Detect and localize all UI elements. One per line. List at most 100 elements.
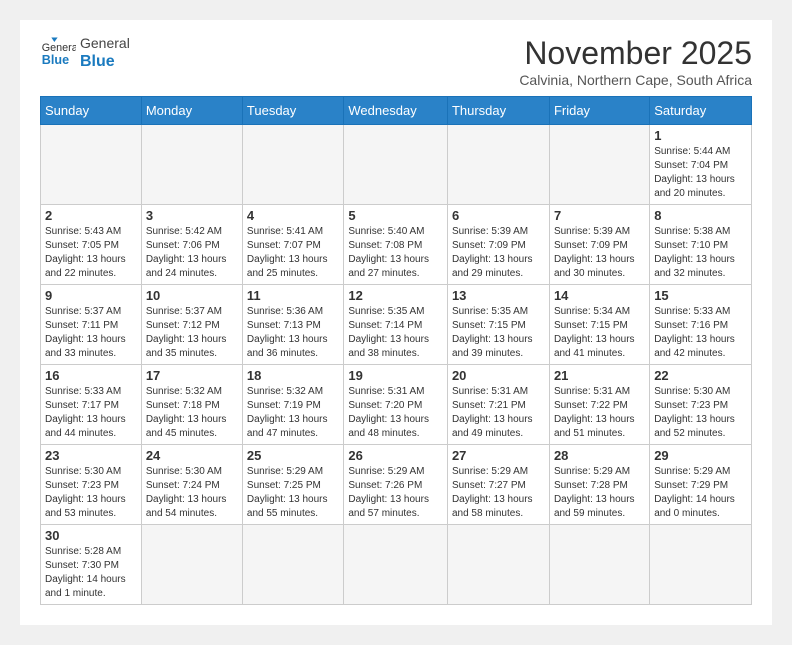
day-number: 26 [348, 448, 443, 463]
day-info: Sunrise: 5:33 AMSunset: 7:16 PMDaylight:… [654, 305, 747, 361]
calendar-cell [650, 525, 752, 605]
calendar-table: SundayMondayTuesdayWednesdayThursdayFrid… [40, 96, 752, 605]
calendar-cell [549, 125, 649, 205]
day-info: Sunrise: 5:37 AMSunset: 7:11 PMDaylight:… [45, 305, 137, 361]
calendar-header-row: SundayMondayTuesdayWednesdayThursdayFrid… [41, 97, 752, 125]
logo-blue: Blue [80, 52, 130, 71]
day-number: 29 [654, 448, 747, 463]
day-number: 22 [654, 368, 747, 383]
svg-text:Blue: Blue [42, 53, 69, 67]
calendar-cell [549, 525, 649, 605]
day-number: 17 [146, 368, 238, 383]
day-number: 4 [247, 208, 339, 223]
day-info: Sunrise: 5:34 AMSunset: 7:15 PMDaylight:… [554, 305, 645, 361]
calendar-cell: 21 Sunrise: 5:31 AMSunset: 7:22 PMDayligh… [549, 365, 649, 445]
day-info: Sunrise: 5:31 AMSunset: 7:22 PMDaylight:… [554, 385, 645, 441]
calendar-cell: 15 Sunrise: 5:33 AMSunset: 7:16 PMDayligh… [650, 285, 752, 365]
day-number: 18 [247, 368, 339, 383]
calendar-cell: 3 Sunrise: 5:42 AMSunset: 7:06 PMDaylight… [141, 205, 242, 285]
location-subtitle: Calvinia, Northern Cape, South Africa [519, 72, 752, 88]
logo-general: General [80, 35, 130, 52]
day-info: Sunrise: 5:35 AMSunset: 7:14 PMDaylight:… [348, 305, 443, 361]
calendar-cell: 17Sunrise: 5:32 AMSunset: 7:18 PMDayligh… [141, 365, 242, 445]
day-number: 3 [146, 208, 238, 223]
calendar-cell: 4 Sunrise: 5:41 AMSunset: 7:07 PMDaylight… [242, 205, 343, 285]
page: General Blue General Blue November 2025 … [20, 20, 772, 625]
calendar-cell: 1 Sunrise: 5:44 AMSunset: 7:04 PMDaylight… [650, 125, 752, 205]
col-header-friday: Friday [549, 97, 649, 125]
calendar-cell: 27 Sunrise: 5:29 AMSunset: 7:27 PMDayligh… [447, 445, 549, 525]
col-header-sunday: Sunday [41, 97, 142, 125]
month-year-title: November 2025 [519, 35, 752, 72]
day-info: Sunrise: 5:29 AMSunset: 7:26 PMDaylight:… [348, 465, 443, 521]
calendar-cell: 19Sunrise: 5:31 AMSunset: 7:20 PMDayligh… [344, 365, 448, 445]
day-number: 15 [654, 288, 747, 303]
day-info: Sunrise: 5:30 AMSunset: 7:23 PMDaylight:… [654, 385, 747, 441]
calendar-week-row: 16 Sunrise: 5:33 AMSunset: 7:17 PMDayligh… [41, 365, 752, 445]
day-number: 5 [348, 208, 443, 223]
calendar-cell: 14 Sunrise: 5:34 AMSunset: 7:15 PMDayligh… [549, 285, 649, 365]
day-info: Sunrise: 5:38 AMSunset: 7:10 PMDaylight:… [654, 225, 747, 281]
day-info: Sunrise: 5:39 AMSunset: 7:09 PMDaylight:… [452, 225, 545, 281]
calendar-cell: 18Sunrise: 5:32 AMSunset: 7:19 PMDayligh… [242, 365, 343, 445]
calendar-cell: 30Sunrise: 5:28 AMSunset: 7:30 PMDayligh… [41, 525, 142, 605]
day-info: Sunrise: 5:28 AMSunset: 7:30 PMDaylight:… [45, 545, 137, 601]
day-number: 27 [452, 448, 545, 463]
day-info: Sunrise: 5:37 AMSunset: 7:12 PMDaylight:… [146, 305, 238, 361]
calendar-cell: 20Sunrise: 5:31 AMSunset: 7:21 PMDayligh… [447, 365, 549, 445]
calendar-cell: 16 Sunrise: 5:33 AMSunset: 7:17 PMDayligh… [41, 365, 142, 445]
calendar-cell [242, 125, 343, 205]
calendar-cell: 6Sunrise: 5:39 AMSunset: 7:09 PMDaylight… [447, 205, 549, 285]
calendar-cell: 9Sunrise: 5:37 AMSunset: 7:11 PMDaylight… [41, 285, 142, 365]
day-info: Sunrise: 5:30 AMSunset: 7:23 PMDaylight:… [45, 465, 137, 521]
day-info: Sunrise: 5:35 AMSunset: 7:15 PMDaylight:… [452, 305, 545, 361]
day-number: 1 [654, 128, 747, 143]
day-info: Sunrise: 5:29 AMSunset: 7:25 PMDaylight:… [247, 465, 339, 521]
calendar-cell [344, 525, 448, 605]
day-info: Sunrise: 5:31 AMSunset: 7:21 PMDaylight:… [452, 385, 545, 441]
day-number: 13 [452, 288, 545, 303]
day-info: Sunrise: 5:39 AMSunset: 7:09 PMDaylight:… [554, 225, 645, 281]
day-info: Sunrise: 5:44 AMSunset: 7:04 PMDaylight:… [654, 145, 747, 201]
day-info: Sunrise: 5:41 AMSunset: 7:07 PMDaylight:… [247, 225, 339, 281]
calendar-cell: 23 Sunrise: 5:30 AMSunset: 7:23 PMDayligh… [41, 445, 142, 525]
calendar-cell: 22 Sunrise: 5:30 AMSunset: 7:23 PMDayligh… [650, 365, 752, 445]
col-header-monday: Monday [141, 97, 242, 125]
day-info: Sunrise: 5:40 AMSunset: 7:08 PMDaylight:… [348, 225, 443, 281]
calendar-cell [344, 125, 448, 205]
calendar-cell: 29Sunrise: 5:29 AMSunset: 7:29 PMDayligh… [650, 445, 752, 525]
calendar-cell: 28Sunrise: 5:29 AMSunset: 7:28 PMDayligh… [549, 445, 649, 525]
day-number: 14 [554, 288, 645, 303]
day-info: Sunrise: 5:29 AMSunset: 7:27 PMDaylight:… [452, 465, 545, 521]
calendar-cell [141, 125, 242, 205]
calendar-cell [242, 525, 343, 605]
day-info: Sunrise: 5:30 AMSunset: 7:24 PMDaylight:… [146, 465, 238, 521]
calendar-week-row: 9Sunrise: 5:37 AMSunset: 7:11 PMDaylight… [41, 285, 752, 365]
col-header-saturday: Saturday [650, 97, 752, 125]
day-info: Sunrise: 5:31 AMSunset: 7:20 PMDaylight:… [348, 385, 443, 441]
calendar-cell: 25Sunrise: 5:29 AMSunset: 7:25 PMDayligh… [242, 445, 343, 525]
calendar-week-row: 2Sunrise: 5:43 AMSunset: 7:05 PMDaylight… [41, 205, 752, 285]
day-number: 21 [554, 368, 645, 383]
calendar-week-row: 23 Sunrise: 5:30 AMSunset: 7:23 PMDayligh… [41, 445, 752, 525]
calendar-cell: 26 Sunrise: 5:29 AMSunset: 7:26 PMDayligh… [344, 445, 448, 525]
day-info: Sunrise: 5:42 AMSunset: 7:06 PMDaylight:… [146, 225, 238, 281]
day-info: Sunrise: 5:33 AMSunset: 7:17 PMDaylight:… [45, 385, 137, 441]
calendar-cell: 12 Sunrise: 5:35 AMSunset: 7:14 PMDayligh… [344, 285, 448, 365]
header: General Blue General Blue November 2025 … [40, 35, 752, 88]
calendar-cell: 8 Sunrise: 5:38 AMSunset: 7:10 PMDaylight… [650, 205, 752, 285]
calendar-week-row: 30Sunrise: 5:28 AMSunset: 7:30 PMDayligh… [41, 525, 752, 605]
calendar-cell: 2Sunrise: 5:43 AMSunset: 7:05 PMDaylight… [41, 205, 142, 285]
title-area: November 2025 Calvinia, Northern Cape, S… [519, 35, 752, 88]
calendar-cell: 24Sunrise: 5:30 AMSunset: 7:24 PMDayligh… [141, 445, 242, 525]
calendar-cell: 11Sunrise: 5:36 AMSunset: 7:13 PMDayligh… [242, 285, 343, 365]
day-number: 12 [348, 288, 443, 303]
calendar-cell: 7Sunrise: 5:39 AMSunset: 7:09 PMDaylight… [549, 205, 649, 285]
day-number: 23 [45, 448, 137, 463]
calendar-week-row: 1 Sunrise: 5:44 AMSunset: 7:04 PMDaylight… [41, 125, 752, 205]
col-header-thursday: Thursday [447, 97, 549, 125]
day-number: 8 [654, 208, 747, 223]
calendar-cell [141, 525, 242, 605]
day-number: 28 [554, 448, 645, 463]
day-number: 16 [45, 368, 137, 383]
